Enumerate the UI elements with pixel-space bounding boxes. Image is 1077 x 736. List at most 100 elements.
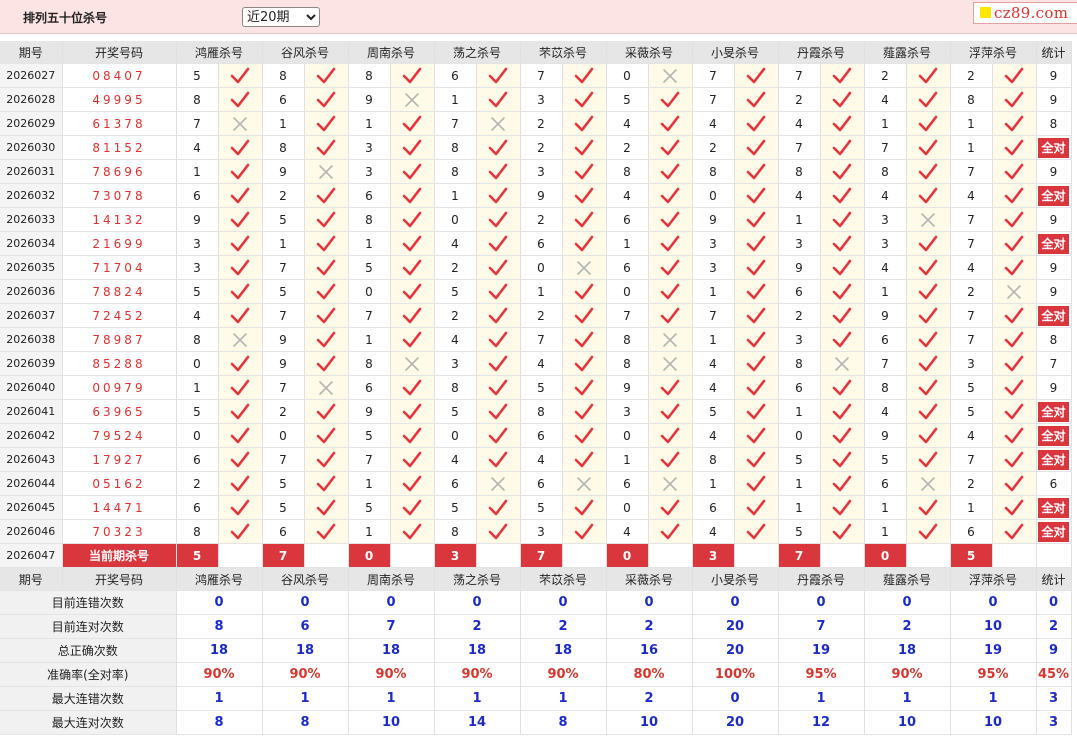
draw-number-cell: 05162 [62,471,177,496]
kill-number-table: 期号 开奖号码 鸿雁杀号 谷风杀号 周南杀号 荡之杀号 芣苡杀号 采薇杀号 小旻杀号 丹霞杀号 薤露… [0,41,1072,735]
summary-value: 6 [262,614,349,639]
result-mark-cell [562,399,607,424]
kill-number-cell: 2 [950,279,993,304]
result-mark-cell [648,375,693,400]
stat-cell: 9 [1036,87,1072,112]
result-mark-cell [476,351,521,376]
result-mark-cell [390,279,435,304]
check-icon [746,211,766,227]
period-cell: 2026041 [0,399,63,424]
check-icon [574,355,594,371]
summary-row: 目前连错次数 0 0 0 0 0 0 0 0 0 0 0 [0,590,1072,615]
result-mark-cell [992,351,1037,376]
result-mark-cell [906,63,951,88]
check-icon [660,211,680,227]
period-cell: 2026035 [0,255,63,280]
kill-number-cell: 8 [778,159,821,184]
summary-value: 90% [434,662,521,687]
kill-number-cell: 7 [950,231,993,256]
current-kill-blank [820,543,865,568]
period-range-select[interactable]: 近20期 [242,7,320,27]
kill-number-cell: 6 [864,471,907,496]
check-icon [574,283,594,299]
period-cell: 2026034 [0,231,63,256]
kill-number-cell: 9 [348,87,391,112]
summary-value: 18 [520,638,607,663]
check-icon [488,451,508,467]
period-cell: 2026033 [0,207,63,232]
cross-icon [835,356,849,371]
kill-number-cell: 7 [778,63,821,88]
current-kill-number: 0 [348,543,391,568]
result-mark-cell [476,111,521,136]
result-mark-cell [304,159,349,184]
check-icon [230,283,250,299]
kill-number-cell: 3 [692,255,735,280]
cross-icon [577,260,591,275]
summary-value: 18 [176,638,263,663]
result-mark-cell [648,135,693,160]
check-icon [660,163,680,179]
summary-value: 1 [434,686,521,711]
site-logo[interactable]: cz89.com [973,2,1077,24]
draw-number-cell: 72452 [62,303,177,328]
result-mark-cell [218,183,263,208]
column-header: 浮萍杀号 [950,567,1037,591]
result-mark-cell [562,351,607,376]
cross-icon [663,68,677,83]
kill-number-cell: 1 [348,519,391,544]
cross-icon [319,164,333,179]
kill-number-cell: 8 [778,351,821,376]
cross-icon [663,356,677,371]
kill-number-cell: 1 [692,279,735,304]
kill-number-cell: 7 [176,111,219,136]
check-icon [918,523,938,539]
column-header: 开奖号码 [62,567,177,591]
cross-icon [491,476,505,491]
result-mark-cell [992,423,1037,448]
kill-number-cell: 9 [864,303,907,328]
kill-number-cell: 6 [520,423,563,448]
current-kill-blank [218,543,263,568]
summary-value: 90% [864,662,951,687]
kill-number-cell: 7 [950,207,993,232]
column-header: 薤露杀号 [864,41,951,64]
kill-number-cell: 1 [520,279,563,304]
check-icon [746,427,766,443]
column-header: 浮萍杀号 [950,41,1037,64]
result-mark-cell [476,87,521,112]
kill-number-cell: 7 [778,135,821,160]
result-mark-cell [992,63,1037,88]
current-kill-blank [562,543,607,568]
draw-number-cell: 00979 [62,375,177,400]
result-mark-cell [218,159,263,184]
summary-value: 9 [1036,638,1072,663]
result-mark-cell [648,183,693,208]
check-icon [488,355,508,371]
kill-number-cell: 3 [950,351,993,376]
current-period-row: 2026047 当前期杀号 5 7 0 3 7 0 3 7 0 5 [0,543,1072,568]
summary-value: 3 [1036,686,1072,711]
summary-value: 90% [262,662,349,687]
summary-value: 0 [262,590,349,615]
result-mark-cell [820,183,865,208]
check-icon [230,355,250,371]
kill-number-cell: 1 [950,135,993,160]
check-icon [316,427,336,443]
kill-number-cell: 4 [692,519,735,544]
kill-number-cell: 7 [692,63,735,88]
table-row: 2026034 21699 3 1 1 4 6 1 3 3 3 7 全对 [0,231,1072,256]
kill-number-cell: 7 [950,447,993,472]
result-mark-cell [820,399,865,424]
kill-number-cell: 0 [348,279,391,304]
check-icon [230,67,250,83]
result-mark-cell [906,111,951,136]
result-mark-cell [906,207,951,232]
kill-number-cell: 1 [606,231,649,256]
result-mark-cell [390,399,435,424]
result-mark-cell [390,447,435,472]
result-mark-cell [476,495,521,520]
kill-number-cell: 0 [176,351,219,376]
summary-row: 准确率(全对率) 90% 90% 90% 90% 90% 80% 100% 95% 90% 95% 4… [0,662,1072,687]
column-header: 薤露杀号 [864,567,951,591]
